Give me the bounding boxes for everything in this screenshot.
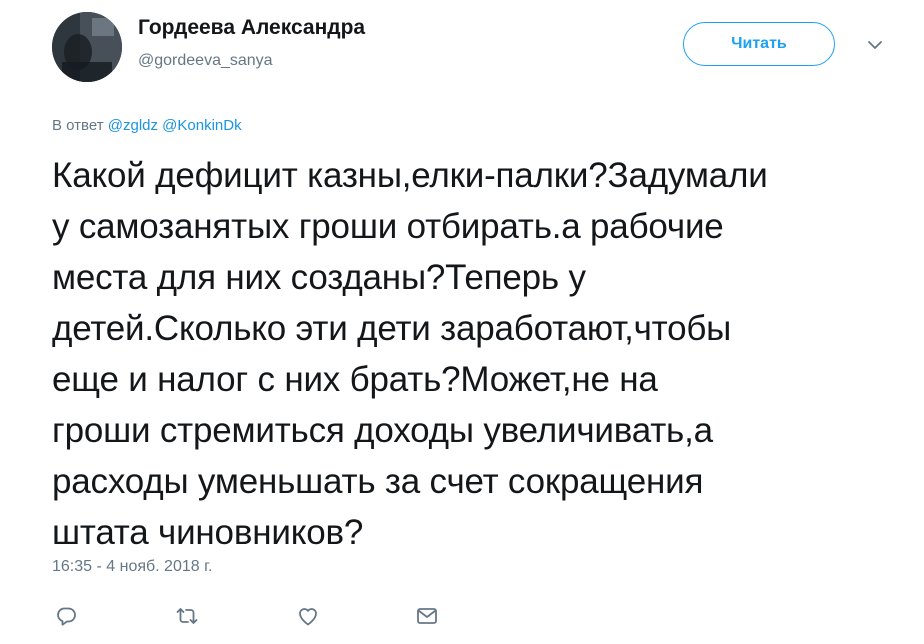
reply-context-prefix: В ответ [52, 117, 104, 134]
tweet-text: Какой дефицит казны,елки-палки?Задумали … [52, 150, 902, 558]
author-handle[interactable]: @gordeeva_sanya [138, 52, 273, 70]
reply-icon[interactable] [54, 604, 78, 628]
follow-button[interactable]: Читать [683, 22, 835, 66]
heart-icon[interactable] [296, 604, 320, 628]
chevron-down-icon[interactable] [866, 38, 884, 50]
tweet-text-line: Какой дефицит казны,елки-палки?Задумали [52, 156, 768, 195]
tweet-text-line: у самозанятых гроши отбирать.а рабочие [52, 207, 724, 246]
tweet-text-line: еще и налог с них брать?Может,не на [52, 360, 658, 399]
tweet-text-line: места для них созданы?Теперь у [52, 258, 586, 297]
reply-context: В ответ @zgldz @KonkinDk [52, 117, 242, 134]
tweet-text-line: расходы уменьшать за счет сокращения [52, 462, 704, 501]
tweet-timestamp[interactable]: 16:35 - 4 нояб. 2018 г. [52, 558, 212, 576]
envelope-icon[interactable] [415, 604, 439, 628]
mention-link[interactable]: @zgldz [108, 117, 158, 134]
retweet-icon[interactable] [175, 604, 199, 628]
avatar[interactable] [52, 12, 122, 82]
tweet-text-line: гроши стремиться доходы увеличивать,а [52, 411, 713, 450]
mention-link[interactable]: @KonkinDk [162, 117, 241, 134]
tweet-text-line: штата чиновников? [52, 513, 364, 552]
user-avatar-icon [52, 12, 122, 82]
tweet-text-line: детей.Сколько эти дети заработают,чтобы [52, 309, 732, 348]
author-display-name[interactable]: Гордеева Александра [138, 16, 365, 40]
